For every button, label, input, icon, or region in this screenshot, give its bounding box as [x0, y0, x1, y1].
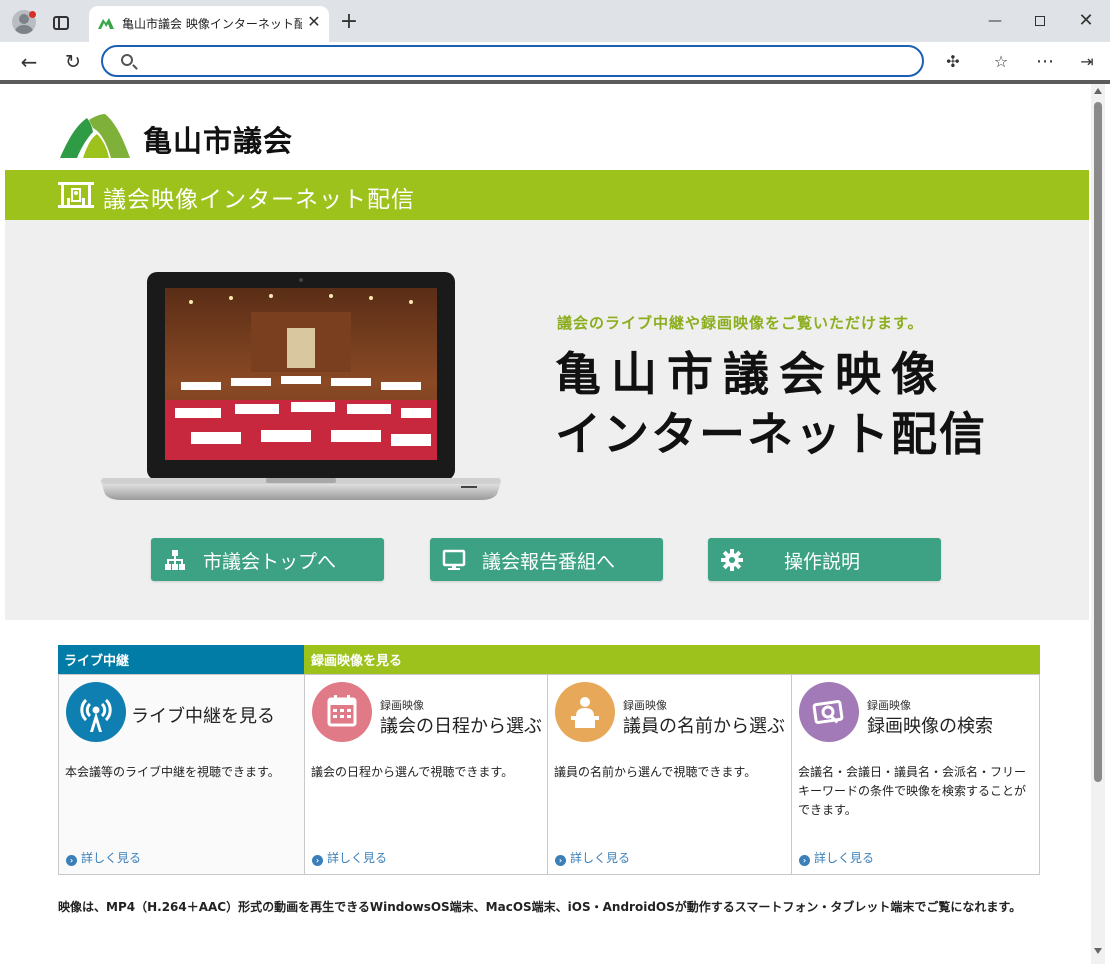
compatibility-note: 映像は、MP4（H.264＋AAC）形式の動画を再生できるWindowsOS端末…	[58, 900, 1022, 914]
browser-toolbar: ← ↻ ✣ ☆ ⋯ ⇥	[0, 42, 1110, 80]
schedule-card-title: 議会の日程から選ぶ	[380, 716, 542, 737]
reload-icon[interactable]: ↻	[60, 49, 86, 75]
member-card[interactable]: 録画映像 議員の名前から選ぶ 議員の名前から選んで視聴できます。 › 詳しく見る	[547, 674, 792, 875]
more-link-label: 詳しく見る	[327, 851, 388, 865]
tab-close-icon[interactable]: ✕	[304, 12, 324, 32]
tab-title: 亀山市議会 映像インターネット配信	[122, 17, 302, 31]
page-scrollbar[interactable]	[1091, 84, 1105, 964]
more-link-label: 詳しく見る	[814, 851, 875, 865]
search-card-title: 録画映像の検索	[867, 716, 993, 737]
member-card-more-link[interactable]: › 詳しく見る	[555, 849, 630, 866]
council-report-program-button[interactable]: 議会報告番組へ	[430, 538, 663, 581]
operation-guide-button-label: 操作説明	[784, 551, 861, 573]
site-name[interactable]: 亀山市議会	[143, 118, 293, 160]
recorded-heading: 録画映像を見る	[304, 645, 1040, 674]
member-card-title: 議員の名前から選ぶ	[623, 716, 785, 737]
member-card-subtitle: 録画映像	[623, 699, 667, 712]
video-search-icon	[812, 700, 844, 724]
operation-guide-button[interactable]: 操作説明	[708, 538, 941, 581]
schedule-circle	[312, 682, 372, 742]
more-options-icon[interactable]: ⋯	[1032, 49, 1058, 75]
video-menu: ライブ中継 録画映像を見る ライブ中継を見る 本会議等のライブ中継を視聴できます…	[58, 645, 1040, 875]
split-screen-icon[interactable]: ⇥	[1074, 49, 1100, 75]
kameyama-logo-icon[interactable]	[59, 112, 131, 160]
live-heading: ライブ中継	[58, 645, 304, 674]
scroll-up-arrow-icon[interactable]	[1094, 88, 1102, 94]
assembly-hall-icon	[58, 182, 94, 208]
search-card-description: 会議名・会議日・議員名・会派名・フリーキーワードの条件で映像を検索することができ…	[798, 765, 1027, 817]
council-top-button-label: 市議会トップへ	[203, 551, 337, 573]
chevron-right-icon: ›	[799, 855, 810, 866]
sitemap-icon	[165, 550, 185, 570]
more-link-label: 詳しく見る	[570, 851, 631, 865]
hero-title-line1: 亀山市議会映像	[555, 347, 947, 401]
search-card-more-link[interactable]: › 詳しく見る	[799, 849, 874, 866]
search-card-subtitle: 録画映像	[867, 699, 911, 712]
hero-title-line2: インターネット配信	[555, 407, 987, 461]
address-input[interactable]	[145, 51, 905, 71]
calendar-icon	[327, 695, 357, 727]
schedule-card-subtitle: 録画映像	[380, 699, 424, 712]
window-maximize-icon[interactable]	[1027, 8, 1053, 34]
title-band: 議会映像インターネット配信	[5, 170, 1089, 220]
window-minimize-icon[interactable]: —	[982, 8, 1008, 34]
council-top-button[interactable]: 市議会トップへ	[151, 538, 384, 581]
chevron-right-icon: ›	[312, 855, 323, 866]
browser-tab-bar: 亀山市議会 映像インターネット配信 ✕ + — ✕	[0, 0, 1110, 42]
site-favicon-icon	[98, 18, 114, 29]
page-viewport: 亀山市議会 議会映像インターネット配信 議会のライブ中継や録画映像をご覧いただけ…	[5, 84, 1089, 964]
scroll-thumb[interactable]	[1094, 102, 1102, 782]
notification-dot-icon	[29, 11, 36, 18]
member-circle	[555, 682, 615, 742]
member-card-description: 議員の名前から選んで視聴できます。	[554, 765, 757, 779]
speaker-podium-icon	[571, 697, 599, 728]
search-circle	[799, 682, 859, 742]
live-circle	[66, 682, 126, 742]
antenna-icon	[80, 698, 112, 732]
chevron-right-icon: ›	[555, 855, 566, 866]
schedule-card-more-link[interactable]: › 詳しく見る	[312, 849, 387, 866]
live-stream-card[interactable]: ライブ中継を見る 本会議等のライブ中継を視聴できます。 › 詳しく見る	[58, 674, 305, 875]
more-link-label: 詳しく見る	[81, 851, 142, 865]
live-card-description: 本会議等のライブ中継を視聴できます。	[65, 765, 280, 779]
hero-tagline: 議会のライブ中継や録画映像をご覧いただけます。	[557, 314, 924, 332]
favorites-icon[interactable]: ☆	[988, 49, 1014, 75]
band-title: 議会映像インターネット配信	[103, 187, 415, 213]
monitor-icon	[442, 549, 466, 570]
council-report-button-label: 議会報告番組へ	[482, 551, 616, 573]
chevron-right-icon: ›	[66, 855, 77, 866]
tab-actions-icon[interactable]	[53, 16, 69, 30]
browser-tab-active[interactable]: 亀山市議会 映像インターネット配信 ✕	[89, 6, 329, 42]
site-header: 亀山市議会	[5, 84, 1089, 170]
new-tab-icon[interactable]: +	[337, 10, 361, 34]
schedule-card[interactable]: 録画映像 議会の日程から選ぶ 議会の日程から選んで視聴できます。 › 詳しく見る	[304, 674, 548, 875]
hero-section: 議会のライブ中継や録画映像をご覧いただけます。 亀山市議会映像 インターネット配…	[5, 220, 1089, 620]
scroll-down-arrow-icon[interactable]	[1094, 948, 1102, 954]
back-arrow-icon[interactable]: ←	[16, 49, 42, 75]
extensions-icon[interactable]: ✣	[940, 49, 966, 75]
gear-icon	[721, 549, 743, 571]
search-card[interactable]: 録画映像 録画映像の検索 会議名・会議日・議員名・会派名・フリーキーワードの条件…	[791, 674, 1040, 875]
live-card-title: ライブ中継を見る	[131, 706, 275, 727]
live-card-more-link[interactable]: › 詳しく見る	[66, 849, 141, 866]
window-close-icon[interactable]: ✕	[1073, 8, 1099, 34]
schedule-card-description: 議会の日程から選んで視聴できます。	[311, 765, 514, 779]
laptop-council-chamber-image	[101, 272, 501, 500]
address-bar[interactable]	[101, 45, 924, 77]
search-icon	[121, 54, 133, 66]
